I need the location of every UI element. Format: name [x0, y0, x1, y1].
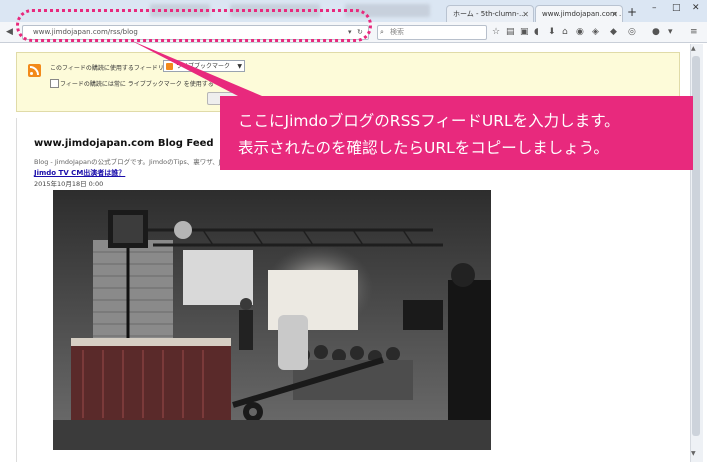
close-tab-icon[interactable]: ✕ — [611, 6, 618, 22]
addon-icon[interactable]: ◎ — [628, 26, 636, 38]
maximize-button[interactable]: □ — [672, 3, 681, 13]
tab-home[interactable]: ホーム - 5th-clumn-... ✕ — [446, 5, 534, 22]
post-photo — [53, 190, 491, 450]
minimize-button[interactable]: – — [652, 3, 657, 13]
download-icon[interactable]: ⬇ — [548, 26, 556, 38]
post-title-link[interactable]: Jimdo TV CM出演者は誰？ — [34, 168, 125, 178]
extension-icon[interactable]: ● — [652, 26, 660, 38]
chat-icon[interactable]: ◉ — [576, 26, 584, 38]
scroll-down-icon[interactable]: ▼ — [691, 450, 696, 457]
scroll-up-icon[interactable]: ▲ — [691, 45, 696, 52]
post-date: 2015年10月18日 0:00 — [34, 180, 104, 188]
always-use-label: フィードの購読には常に ライブブックマーク を使用する — [60, 81, 214, 88]
bookmark-star-icon[interactable]: ☆ — [492, 26, 500, 38]
feed-title: www.jimdojapan.com Blog Feed — [34, 138, 214, 149]
back-icon[interactable]: ◀ — [6, 26, 13, 38]
instruction-callout — [220, 96, 693, 170]
always-use-checkbox[interactable] — [50, 79, 59, 88]
extension-icon[interactable]: ◈ — [592, 26, 599, 38]
reader-view-icon[interactable]: ▤ — [506, 26, 515, 38]
callout-text-line2: 表示されたのを確認したらURLをコピーしましょう。 — [238, 139, 609, 157]
home-icon[interactable]: ⌂ — [562, 26, 568, 38]
rss-icon — [28, 64, 41, 77]
callout-text-line1: ここにJimdoブログのRSSフィードURLを入力します。 — [238, 112, 620, 130]
new-tab-button[interactable]: + — [625, 5, 639, 19]
reader-select[interactable]: ライブブックマーク ▼ — [163, 60, 245, 72]
reader-select-value: ライブブックマーク — [176, 63, 231, 70]
close-tab-icon[interactable]: ✕ — [522, 6, 529, 22]
scrollbar-thumb[interactable] — [692, 56, 700, 436]
pocket-icon[interactable]: ◖ — [534, 26, 539, 38]
clipboard-icon[interactable]: ▣ — [520, 26, 529, 38]
search-icon: ⌕ — [380, 28, 384, 36]
search-input[interactable]: 検索 — [390, 26, 404, 38]
extension-icon[interactable]: ◆ — [610, 26, 617, 38]
chevron-down-icon: ▼ — [237, 63, 242, 70]
url-highlight — [16, 9, 372, 42]
tab-label: ホーム - 5th-clumn-... — [453, 10, 526, 18]
tab-jimdojapan-feed[interactable]: www.jimdojapan.com ... ✕ — [535, 5, 623, 22]
close-window-button[interactable]: ✕ — [692, 3, 700, 13]
extension-icon[interactable]: ▾ — [668, 26, 673, 38]
menu-icon[interactable]: ≡ — [690, 26, 698, 38]
